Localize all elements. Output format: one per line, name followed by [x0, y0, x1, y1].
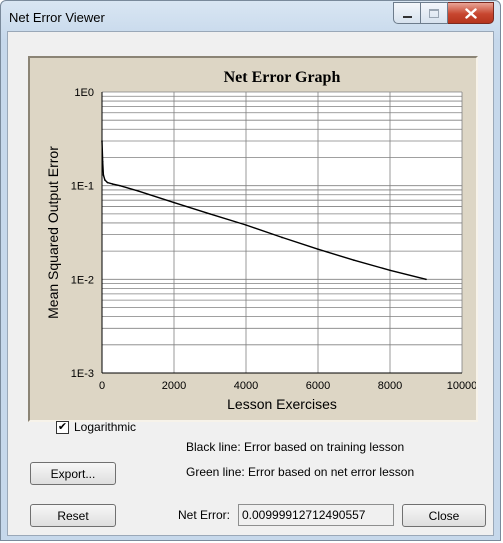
dialog-client-area: Net Error Graph 0 2000 4000 6000 8000 10000 1E0… [7, 31, 494, 536]
close-button[interactable]: Close [402, 504, 486, 527]
net-error-graph-panel: Net Error Graph 0 2000 4000 6000 8000 10000 1E0… [28, 56, 478, 422]
y-tick-label: 1E-3 [71, 368, 94, 380]
series-point [101, 140, 103, 142]
y-tick-label: 1E-1 [71, 181, 94, 193]
series-point [101, 160, 104, 163]
net-error-value-field[interactable]: 0.00999912712490557 [238, 504, 394, 526]
export-button[interactable]: Export... [30, 462, 116, 485]
net-error-chart: Net Error Graph 0 2000 4000 6000 8000 10000 1E0… [45, 69, 476, 412]
series-point [353, 259, 355, 262]
x-tick-label: 8000 [378, 380, 402, 392]
minimize-button[interactable] [393, 2, 421, 24]
series-point [173, 201, 175, 204]
x-tick-label: 4000 [234, 380, 258, 392]
x-tick-label: 6000 [306, 380, 330, 392]
x-axis-label: Lesson Exercises [227, 396, 337, 412]
series-point [112, 183, 114, 185]
series-point [137, 190, 139, 192]
net-error-viewer-window: Net Error Viewer Net Error Graph 0 2000 400… [0, 0, 501, 541]
chart-title: Net Error Graph [224, 69, 341, 86]
series-point [102, 174, 105, 176]
series-point [119, 184, 121, 187]
minimize-icon [402, 15, 412, 18]
checkbox-check-icon: ✔ [57, 421, 68, 433]
reset-button[interactable]: Reset [30, 504, 116, 527]
window-title: Net Error Viewer [9, 10, 105, 25]
series-point [317, 248, 319, 250]
logarithmic-checkbox[interactable]: ✔ [56, 421, 69, 434]
y-axis-label: Mean Squared Output Error [45, 146, 61, 319]
series-point [389, 269, 391, 272]
series-point [209, 213, 211, 215]
net-error-label: Net Error: [178, 508, 231, 522]
legend-green-line: Green line: Error based on net error les… [186, 465, 415, 479]
close-icon [464, 7, 477, 19]
maximize-button[interactable] [421, 2, 448, 24]
logarithmic-label: Logarithmic [74, 420, 137, 434]
x-tick-label: 10000 [447, 380, 476, 392]
series-point [245, 224, 247, 226]
series-point [104, 179, 106, 181]
close-window-button[interactable] [448, 2, 494, 24]
legend-black-line: Black line: Error based on training less… [186, 440, 405, 454]
maximize-icon [429, 8, 439, 18]
series-point [281, 236, 283, 239]
plot-area [102, 92, 462, 373]
y-tick-label: 1E0 [74, 87, 94, 99]
x-tick-label: 2000 [162, 380, 186, 392]
y-tick-label: 1E-2 [71, 274, 94, 286]
window-controls [393, 2, 494, 26]
x-tick-label: 0 [99, 380, 105, 392]
series-point [106, 181, 109, 184]
series-point [425, 278, 427, 281]
